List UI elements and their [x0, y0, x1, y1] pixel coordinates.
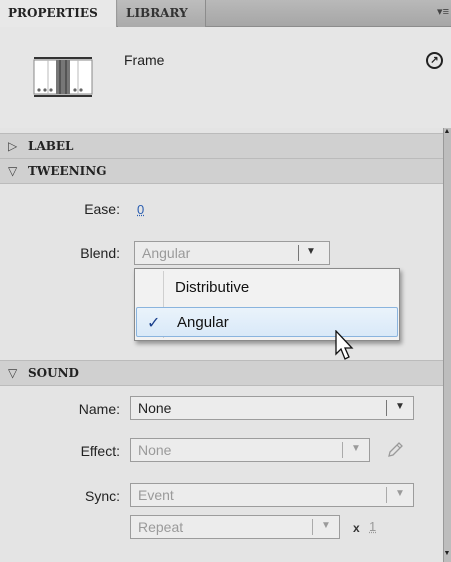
repeat-value: Repeat — [138, 519, 184, 535]
frame-icon — [33, 57, 93, 97]
sync-label: Sync: — [84, 488, 120, 504]
sound-name-value: None — [138, 400, 172, 416]
properties-header: Frame ↗ — [0, 27, 451, 128]
repeat-dropdown[interactable]: Repeat ▼ — [130, 515, 340, 539]
combo-separator — [298, 245, 299, 261]
blend-value: Angular — [142, 245, 191, 261]
blend-dropdown[interactable]: Angular ▼ — [134, 241, 330, 265]
section-title: TWEENING — [28, 164, 107, 178]
section-title: SOUND — [28, 366, 79, 380]
sync-value: Event — [138, 487, 174, 503]
combo-separator — [386, 487, 387, 503]
object-type-label: Frame — [124, 52, 165, 68]
menu-item-distributive[interactable]: Distributive — [135, 273, 399, 303]
collapse-triangle-icon[interactable]: ▽ — [8, 164, 17, 178]
edit-pencil-icon[interactable] — [386, 441, 404, 459]
sound-name-label: Name: — [78, 401, 120, 417]
tab-properties[interactable]: PROPERTIES — [0, 0, 117, 27]
checkmark-icon: ✓ — [147, 315, 161, 332]
scroll-down-arrow-icon[interactable]: ▼ — [443, 550, 451, 562]
sync-dropdown[interactable]: Event ▼ — [130, 483, 414, 507]
section-sound[interactable]: ▽ SOUND — [0, 360, 443, 386]
panel-tab-bar: PROPERTIES LIBRARY ▾≡ — [0, 0, 451, 27]
combo-separator — [342, 442, 343, 458]
combo-separator — [312, 519, 313, 535]
expand-triangle-icon[interactable]: ▷ — [8, 139, 17, 153]
combo-separator — [386, 400, 387, 416]
repeat-count[interactable]: 1 — [369, 519, 376, 534]
section-tweening[interactable]: ▽ TWEENING — [0, 158, 443, 184]
collapse-triangle-icon[interactable]: ▽ — [8, 366, 17, 380]
menu-item-label: Angular — [177, 314, 229, 331]
menu-item-label: Distributive — [175, 279, 250, 296]
dropdown-arrow-icon: ▼ — [351, 443, 361, 454]
blend-label: Blend: — [80, 245, 120, 261]
dropdown-arrow-icon: ▼ — [321, 520, 331, 531]
sound-name-dropdown[interactable]: None ▼ — [130, 396, 414, 420]
ease-value[interactable]: 0 — [137, 202, 144, 217]
repeat-x-label: x — [353, 521, 360, 535]
section-title: LABEL — [28, 139, 74, 153]
blend-options-menu: Distributive ✓ Angular — [134, 268, 400, 341]
vertical-scrollbar[interactable] — [443, 128, 451, 562]
ease-label: Ease: — [84, 201, 120, 217]
mouse-pointer-icon — [335, 330, 354, 360]
menu-item-angular[interactable]: ✓ Angular — [136, 307, 398, 337]
scroll-up-arrow-icon[interactable]: ▲ — [443, 128, 451, 140]
panel-menu-icon[interactable]: ▾≡ — [437, 5, 449, 18]
sound-effect-label: Effect: — [80, 443, 120, 459]
sound-effect-dropdown[interactable]: None ▼ — [130, 438, 370, 462]
section-label[interactable]: ▷ LABEL — [0, 133, 443, 159]
dropdown-arrow-icon: ▼ — [395, 488, 405, 499]
link-arrow-icon[interactable]: ↗ — [426, 52, 443, 69]
dropdown-arrow-icon: ▼ — [306, 246, 316, 257]
dropdown-arrow-icon: ▼ — [395, 401, 405, 412]
tab-library[interactable]: LIBRARY — [118, 0, 206, 27]
sound-effect-value: None — [138, 442, 172, 458]
